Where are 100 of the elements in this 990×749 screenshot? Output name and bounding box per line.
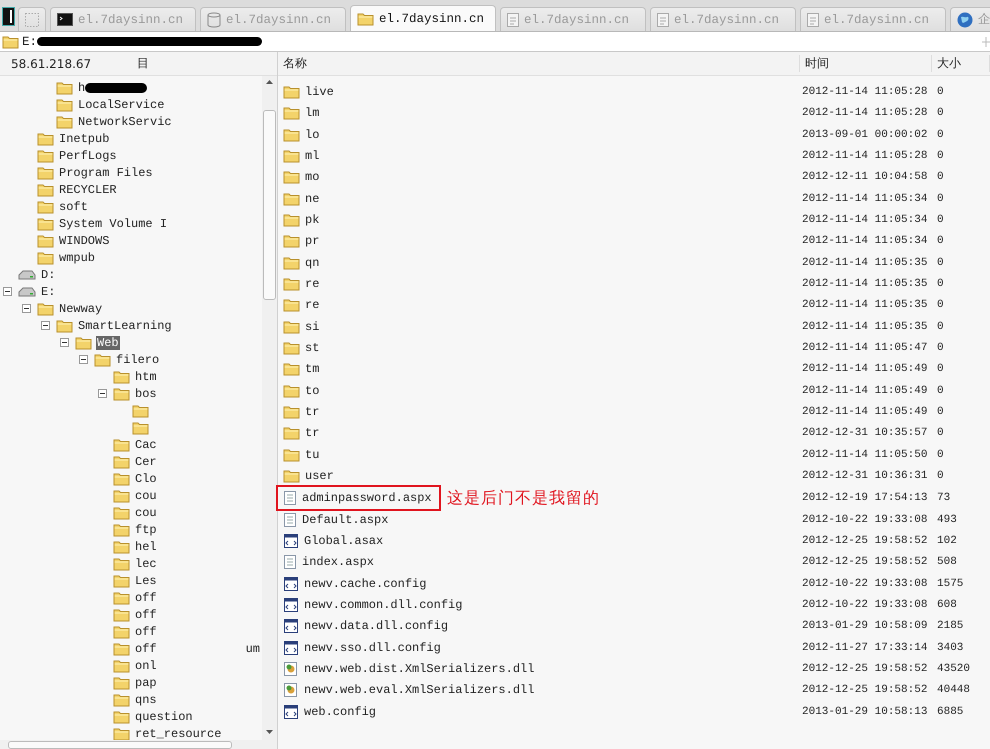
file-time: 2012-11-14 11:05:35 bbox=[801, 299, 928, 312]
tree-item[interactable]: LocalService bbox=[0, 96, 262, 113]
tree-item[interactable]: Web bbox=[0, 334, 262, 351]
folder-icon bbox=[283, 128, 300, 142]
scroll-thumb[interactable] bbox=[8, 740, 232, 748]
tree-item[interactable]: onl bbox=[0, 657, 262, 674]
file-name[interactable]: tm bbox=[305, 362, 320, 376]
file-name[interactable]: qn bbox=[305, 256, 320, 270]
file-name[interactable]: re bbox=[305, 298, 320, 312]
tree-item[interactable]: WINDOWS bbox=[0, 232, 262, 249]
column-header[interactable]: 名称 bbox=[278, 55, 800, 72]
expander-icon[interactable] bbox=[41, 321, 50, 330]
file-name[interactable]: re bbox=[305, 276, 320, 291]
file-name[interactable]: lm bbox=[305, 106, 320, 120]
file-name[interactable]: tr bbox=[305, 426, 320, 440]
folder-icon bbox=[283, 85, 300, 99]
file-name[interactable]: newv.data.dll.config bbox=[304, 619, 448, 634]
file-name[interactable]: Global.asax bbox=[304, 534, 384, 548]
folder-icon bbox=[283, 106, 300, 120]
tree-item[interactable]: h bbox=[0, 79, 262, 96]
column-header[interactable]: 时间 bbox=[800, 55, 932, 72]
folder-icon bbox=[113, 710, 130, 724]
folder-icon bbox=[113, 522, 130, 536]
folder-icon bbox=[132, 420, 149, 434]
scrollbar[interactable] bbox=[0, 740, 277, 749]
tree-item[interactable]: pap bbox=[0, 674, 262, 691]
tree-item[interactable]: filero bbox=[0, 351, 262, 368]
tree-item[interactable]: qns bbox=[0, 691, 262, 708]
tree-item[interactable]: System Volume I bbox=[0, 215, 262, 232]
tab[interactable]: el.7daysinn.cn bbox=[350, 5, 496, 31]
gear-file-icon bbox=[283, 682, 299, 698]
file-size: 0 bbox=[936, 427, 945, 440]
file-name[interactable]: pr bbox=[305, 234, 320, 248]
file-name[interactable]: tu bbox=[305, 448, 320, 462]
tree-item[interactable]: SmartLearning bbox=[0, 317, 262, 334]
file-name[interactable]: adminpassword.aspx bbox=[302, 491, 432, 506]
tree-item[interactable]: cou bbox=[0, 487, 262, 504]
tree-item[interactable]: htm bbox=[0, 368, 262, 385]
tree-item[interactable]: D: bbox=[0, 266, 262, 283]
scrollbar[interactable] bbox=[262, 76, 277, 740]
tree-item[interactable]: Cac bbox=[0, 436, 262, 453]
file-time: 2012-11-14 11:05:34 bbox=[801, 235, 928, 248]
document-icon bbox=[283, 490, 297, 506]
file-name[interactable]: newv.web.eval.XmlSerializers.dll bbox=[304, 683, 534, 698]
file-name[interactable]: Default.aspx bbox=[302, 512, 388, 527]
expander-icon[interactable] bbox=[98, 389, 107, 398]
tree-item[interactable]: PerfLogs bbox=[0, 147, 262, 164]
file-name[interactable]: si bbox=[305, 320, 320, 334]
tree-item[interactable]: question bbox=[0, 708, 262, 725]
tree-item[interactable]: ret_resource bbox=[0, 725, 262, 740]
file-size: 0 bbox=[936, 342, 945, 354]
tree-item[interactable]: off bbox=[0, 589, 262, 606]
tree-item[interactable]: off bbox=[0, 606, 262, 623]
tree-item[interactable]: soft bbox=[0, 198, 262, 215]
file-name[interactable]: to bbox=[305, 384, 320, 398]
file-name[interactable]: mo bbox=[305, 170, 320, 184]
expander-icon[interactable] bbox=[60, 338, 69, 347]
tree-item[interactable]: Inetpub bbox=[0, 130, 262, 147]
file-name[interactable]: web.config bbox=[304, 704, 376, 719]
tree-item[interactable]: E: bbox=[0, 283, 262, 300]
tree-item[interactable]: NetworkServic bbox=[0, 113, 262, 130]
folder-icon bbox=[283, 468, 300, 483]
expander-icon[interactable] bbox=[3, 287, 12, 296]
file-time: 2013-01-29 10:58:09 bbox=[801, 620, 928, 632]
tree-item[interactable]: Les bbox=[0, 572, 262, 589]
sidebar-toggle-icon[interactable] bbox=[3, 8, 14, 25]
file-name[interactable]: ne bbox=[305, 192, 320, 206]
file-name[interactable]: newv.cache.config bbox=[304, 576, 426, 591]
folder-icon bbox=[113, 488, 130, 502]
file-name[interactable]: newv.common.dll.config bbox=[304, 598, 462, 612]
tree-item[interactable]: hel bbox=[0, 538, 262, 555]
tree-item[interactable]: Program Files bbox=[0, 164, 262, 181]
tree-item[interactable]: off bbox=[0, 623, 262, 640]
file-name[interactable]: ml bbox=[305, 148, 320, 163]
scroll-thumb[interactable] bbox=[263, 110, 276, 300]
tree-item[interactable]: Clo bbox=[0, 470, 262, 487]
file-name[interactable]: live bbox=[305, 85, 334, 99]
tree-item[interactable]: Newway bbox=[0, 300, 262, 317]
file-name[interactable]: tr bbox=[305, 404, 320, 419]
file-name[interactable]: index.aspx bbox=[302, 555, 374, 570]
tree-item[interactable]: off um bbox=[0, 640, 262, 657]
file-name[interactable]: st bbox=[305, 340, 320, 355]
tree-item[interactable]: RECYCLER bbox=[0, 181, 262, 198]
file-name[interactable]: lo bbox=[305, 128, 320, 142]
tree-item[interactable]: Cer bbox=[0, 453, 262, 470]
tree-item[interactable]: ftp bbox=[0, 521, 262, 538]
host-address: 58.61.218.67 bbox=[11, 56, 92, 70]
column-header[interactable]: 大小 bbox=[932, 55, 990, 72]
tree-item[interactable]: bos bbox=[0, 385, 262, 402]
folder-icon bbox=[283, 448, 300, 462]
tree-item[interactable]: lec bbox=[0, 555, 262, 572]
expander-icon[interactable] bbox=[22, 304, 31, 313]
file-name[interactable]: pk bbox=[305, 212, 320, 227]
file-name[interactable]: newv.web.dist.XmlSerializers.dll bbox=[304, 662, 534, 676]
file-name[interactable]: user bbox=[305, 468, 334, 483]
tree-item[interactable]: cou bbox=[0, 504, 262, 521]
tree-item[interactable]: wmpub bbox=[0, 249, 262, 266]
file-name[interactable]: newv.sso.dll.config bbox=[304, 640, 441, 655]
folder-icon bbox=[113, 658, 130, 672]
expander-icon[interactable] bbox=[79, 355, 88, 364]
